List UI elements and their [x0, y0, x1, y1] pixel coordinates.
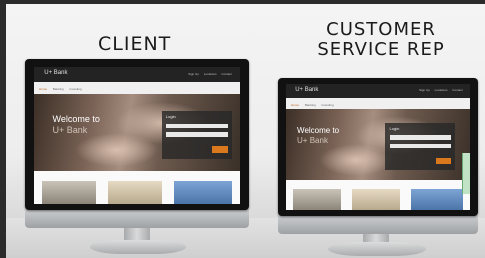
- client-site-logo[interactable]: U+ Bank: [44, 70, 67, 76]
- client-tiles-row: [34, 171, 240, 204]
- rep-top-link-contact[interactable]: Contact: [452, 88, 462, 92]
- client-nav-investing[interactable]: Investing: [70, 87, 82, 91]
- client-monitor-base: [90, 240, 186, 254]
- client-welcome-line2: U+ Bank: [52, 125, 88, 136]
- rep-welcome-line1: Welcome to: [297, 126, 340, 136]
- rep-cobrowse-sidebar[interactable]: [461, 153, 470, 194]
- rep-tile-1[interactable]: [293, 188, 342, 210]
- rep-username-field[interactable]: [389, 135, 452, 141]
- client-login-button[interactable]: [212, 146, 228, 154]
- client-caption: CLIENT: [98, 33, 172, 55]
- client-hero-hand-image-2: [75, 132, 158, 168]
- rep-tile-2[interactable]: [352, 188, 401, 210]
- client-top-link-locations[interactable]: Locations: [204, 72, 217, 76]
- rep-login-title: Login: [389, 126, 400, 132]
- rep-caption-line1: CUSTOMER: [326, 19, 436, 40]
- rep-tile-3[interactable]: [411, 188, 463, 210]
- client-tile-1[interactable]: [42, 180, 96, 204]
- client-nav-home[interactable]: Home: [39, 87, 47, 91]
- rep-navbar: Home Banking Investing: [286, 97, 470, 110]
- client-username-field[interactable]: [165, 123, 228, 129]
- client-nav-banking[interactable]: Banking: [53, 87, 64, 91]
- rep-password-field[interactable]: [389, 143, 452, 149]
- scene: CLIENT CUSTOMER SERVICE REP U+ Bank Sign…: [0, 0, 485, 258]
- customer-service-rep-caption: CUSTOMER SERVICE REP: [306, 20, 456, 60]
- client-monitor-chin: [25, 208, 249, 228]
- client-top-link-signup[interactable]: Sign Up: [188, 72, 199, 76]
- rep-hero-banner: Welcome to U+ Bank Login: [286, 109, 470, 180]
- client-top-links: Sign Up Locations Contact: [184, 72, 232, 76]
- client-login-title: Login: [165, 114, 176, 120]
- rep-tiles-row: [286, 179, 470, 210]
- client-screen: U+ Bank Sign Up Locations Contact Home B…: [34, 67, 240, 204]
- rep-top-link-locations[interactable]: Locations: [435, 88, 448, 92]
- rep-caption-line2: SERVICE REP: [317, 39, 445, 60]
- client-password-field[interactable]: [165, 132, 228, 137]
- rep-topbar: U+ Bank Sign Up Locations Contact: [286, 84, 470, 98]
- client-hero-banner: Welcome to U+ Bank Login: [34, 94, 240, 172]
- rep-monitor-chin: [278, 214, 478, 234]
- client-welcome-line1: Welcome to: [52, 114, 100, 125]
- rep-top-links: Sign Up Locations Contact: [415, 88, 463, 92]
- client-navbar: Home Banking Investing: [34, 82, 240, 95]
- client-topbar: U+ Bank Sign Up Locations Contact: [34, 67, 240, 83]
- client-welcome-text: Welcome to U+ Bank: [53, 114, 100, 136]
- rep-welcome-text: Welcome to U+ Bank: [297, 126, 339, 146]
- rep-nav-home[interactable]: Home: [291, 103, 299, 107]
- rep-login-panel: Login: [385, 123, 456, 170]
- client-tile-3[interactable]: [174, 180, 232, 204]
- client-tile-2[interactable]: [108, 180, 162, 204]
- rep-top-link-signup[interactable]: Sign Up: [419, 88, 430, 92]
- rep-monitor-base: [328, 242, 426, 256]
- rep-login-button[interactable]: [435, 157, 452, 165]
- rep-nav-banking[interactable]: Banking: [305, 103, 316, 107]
- rep-nav-investing[interactable]: Investing: [322, 103, 334, 107]
- rep-site-logo[interactable]: U+ Bank: [295, 87, 318, 93]
- client-top-link-contact[interactable]: Contact: [221, 72, 231, 76]
- client-login-panel: Login: [161, 111, 232, 159]
- rep-screen: U+ Bank Sign Up Locations Contact Home B…: [286, 84, 470, 210]
- rep-hero-hand-image-2: [319, 144, 393, 177]
- rep-welcome-line2: U+ Bank: [297, 136, 328, 146]
